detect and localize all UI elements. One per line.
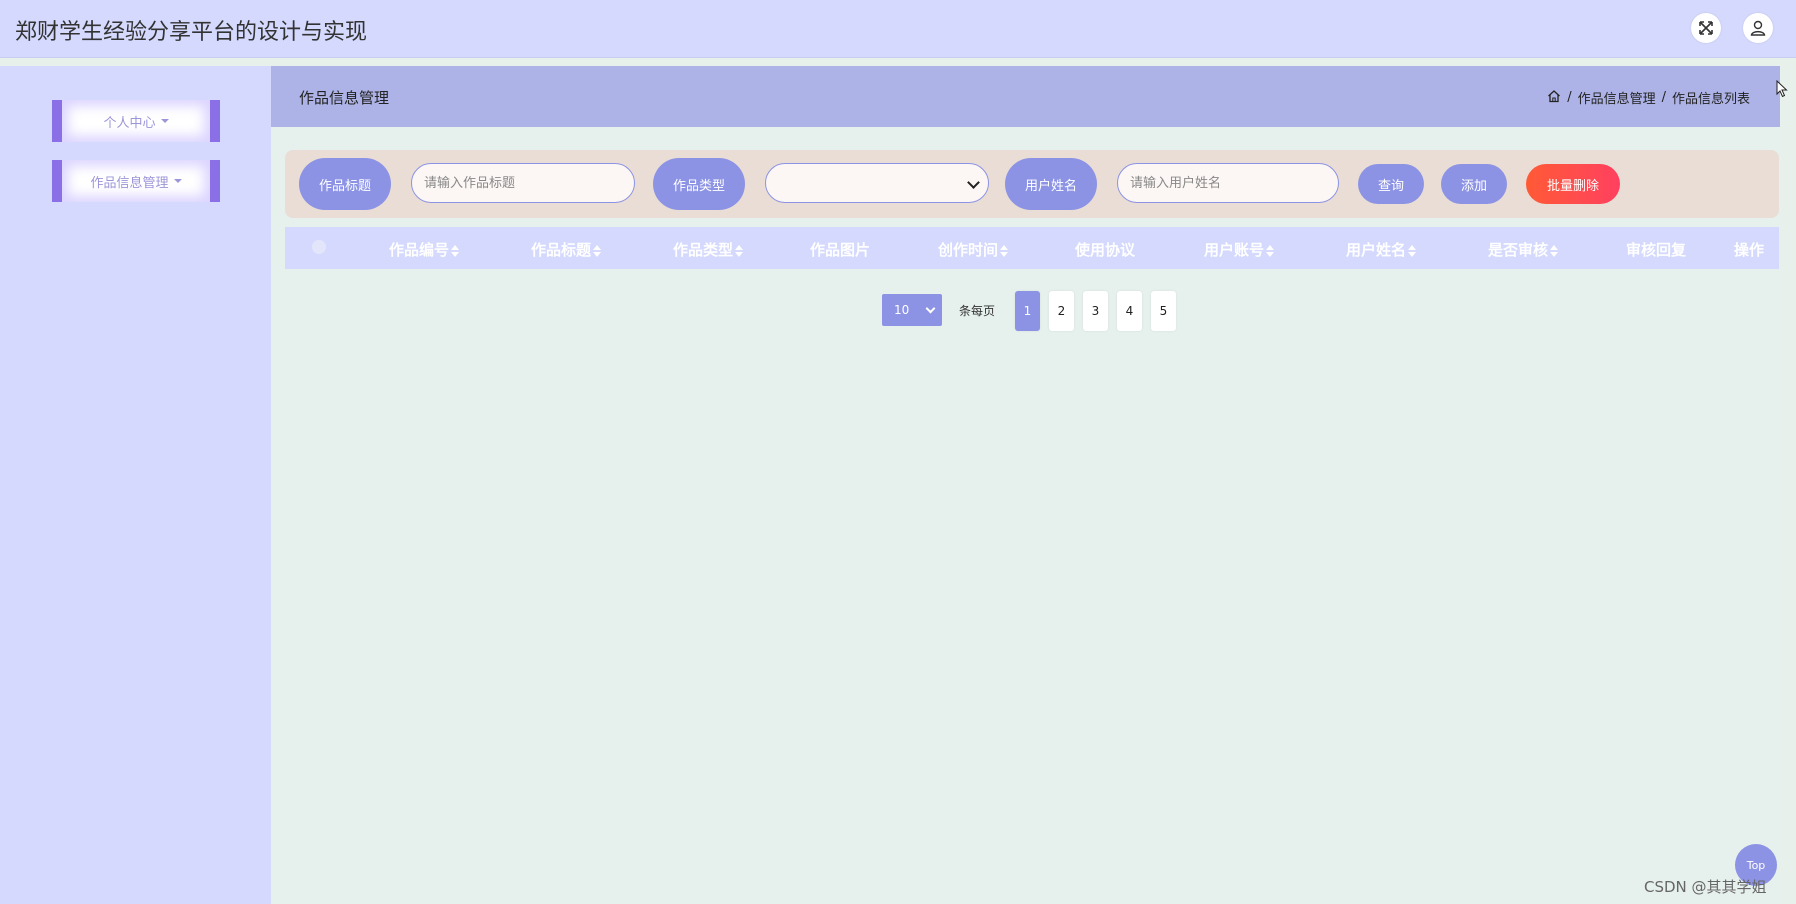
sidebar-item-personal-center[interactable]: 个人中心 <box>52 100 220 142</box>
chevron-down-icon <box>925 303 936 314</box>
sort-icon[interactable] <box>451 244 460 257</box>
page-title: 作品信息管理 <box>299 89 390 107</box>
sidebar: 个人中心 作品信息管理 <box>0 66 271 904</box>
pagination: 10 条每页 1 2 3 4 5 <box>271 291 1780 331</box>
fullscreen-icon[interactable] <box>1691 13 1721 43</box>
page-button-2[interactable]: 2 <box>1049 291 1074 331</box>
app-title: 郑财学生经验分享平台的设计与实现 <box>15 20 368 45</box>
top-bar: 郑财学生经验分享平台的设计与实现 <box>0 0 1796 58</box>
title-search-input[interactable] <box>411 163 635 203</box>
sort-icon[interactable] <box>593 244 602 257</box>
page-button-4[interactable]: 4 <box>1117 291 1142 331</box>
breadcrumb-separator: / <box>1567 90 1572 105</box>
column-header-work-image: 作品图片 <box>810 241 871 259</box>
title-label: 作品标题 <box>299 158 391 210</box>
column-header-actions: 操作 <box>1734 241 1765 259</box>
type-label: 作品类型 <box>653 158 745 210</box>
sort-icon[interactable] <box>1266 244 1275 257</box>
column-header-review-reply: 审核回复 <box>1626 241 1687 259</box>
add-button[interactable]: 添加 <box>1441 164 1507 204</box>
column-header-work-type[interactable]: 作品类型 <box>673 239 744 260</box>
query-button[interactable]: 查询 <box>1358 164 1424 204</box>
column-header-user-name[interactable]: 用户姓名 <box>1346 239 1417 260</box>
caret-down-icon <box>160 119 169 123</box>
page-size-select[interactable]: 10 <box>882 294 942 326</box>
watermark: CSDN @其其学姐 <box>1644 878 1767 896</box>
breadcrumb-item-works-list: 作品信息列表 <box>1671 92 1750 107</box>
page-button-5[interactable]: 5 <box>1151 291 1176 331</box>
type-select[interactable] <box>765 163 989 203</box>
page-size-value: 10 <box>894 303 910 317</box>
page-header: 作品信息管理 / 作品信息管理 / 作品信息列表 <box>271 66 1780 127</box>
column-header-work-id[interactable]: 作品编号 <box>389 239 460 260</box>
page-button-3[interactable]: 3 <box>1083 291 1108 331</box>
sidebar-item-works-management[interactable]: 作品信息管理 <box>52 160 220 202</box>
mouse-cursor-icon <box>1776 79 1788 102</box>
select-all-checkbox[interactable] <box>312 240 326 254</box>
sidebar-item-label: 作品信息管理 <box>90 175 169 191</box>
breadcrumb-separator: / <box>1661 90 1666 105</box>
caret-down-icon <box>173 179 182 183</box>
sort-icon[interactable] <box>1550 244 1559 257</box>
search-bar: 作品标题 作品类型 用户姓名 查询 添加 批量删除 <box>285 150 1779 218</box>
column-header-creation-time[interactable]: 创作时间 <box>938 239 1009 260</box>
home-icon[interactable] <box>1547 89 1561 107</box>
per-page-label: 条每页 <box>959 304 996 318</box>
page-button-1[interactable]: 1 <box>1015 291 1040 331</box>
main-content: 作品信息管理 / 作品信息管理 / 作品信息列表 作品标题 作品类型 用户姓名 … <box>271 66 1780 904</box>
user-icon[interactable] <box>1743 13 1773 43</box>
sort-icon[interactable] <box>1408 244 1417 257</box>
column-header-user-account[interactable]: 用户账号 <box>1204 239 1275 260</box>
breadcrumb: / 作品信息管理 / 作品信息列表 <box>1547 88 1750 107</box>
username-label: 用户姓名 <box>1005 158 1097 210</box>
sidebar-item-label: 个人中心 <box>103 115 156 131</box>
breadcrumb-item-works-management[interactable]: 作品信息管理 <box>1578 88 1656 107</box>
column-header-license: 使用协议 <box>1075 241 1136 259</box>
chevron-down-icon <box>967 176 980 189</box>
sort-icon[interactable] <box>735 244 744 257</box>
table-header: 作品编号 作品标题 作品类型 作品图片 创作时间 使用协议 用户账号 用户姓名 … <box>285 227 1779 269</box>
batch-delete-button[interactable]: 批量删除 <box>1526 164 1620 204</box>
column-header-work-title[interactable]: 作品标题 <box>531 239 602 260</box>
sort-icon[interactable] <box>1000 244 1009 257</box>
column-header-review-status[interactable]: 是否审核 <box>1488 239 1559 260</box>
username-search-input[interactable] <box>1117 163 1339 203</box>
